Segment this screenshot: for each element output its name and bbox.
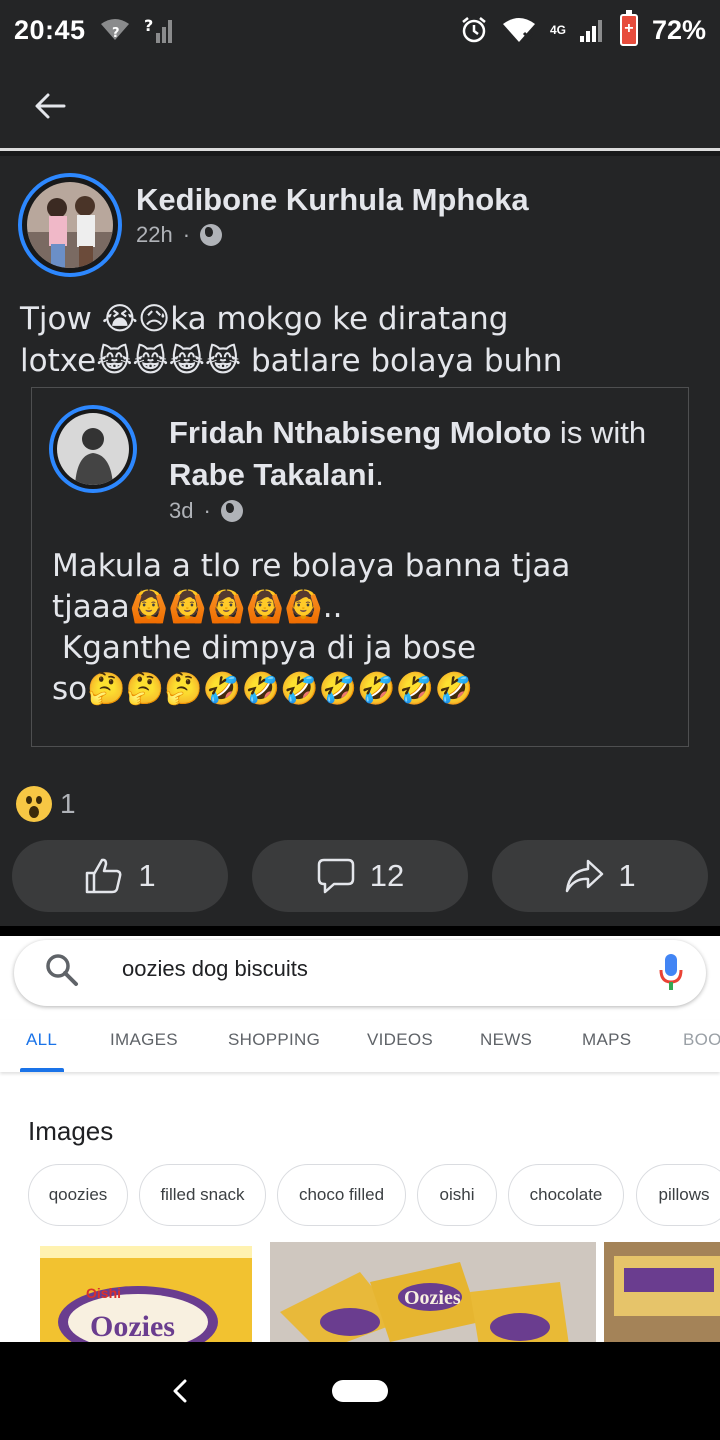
tab-all[interactable]: ALL [26, 1030, 57, 1050]
signal-unknown-icon: ? [144, 17, 172, 43]
svg-text:?: ? [112, 26, 120, 41]
shared-post[interactable]: Fridah Nthabiseng Moloto is with Rabe Ta… [31, 387, 689, 747]
post-author-name[interactable]: Kedibone Kurhula Mphoka [136, 182, 529, 218]
image-thumbnail[interactable]: Oishi Oozies [28, 1242, 264, 1342]
thumb2-label: Oozies [404, 1287, 461, 1309]
share-count: 1 [618, 858, 636, 893]
post-text: Tjow 😭😥ka mokgo ke diratang lotxe😹😹😹😹 ba… [20, 298, 700, 382]
with-text: is with [551, 415, 647, 450]
author-avatar[interactable] [18, 173, 122, 277]
share-button[interactable]: 1 [492, 840, 708, 912]
system-nav-bar [0, 1342, 720, 1440]
arrow-left-icon[interactable] [30, 86, 70, 126]
shared-separator: · [203, 498, 211, 523]
alarm-icon [462, 17, 486, 43]
wow-emoji-icon [16, 786, 52, 822]
search-icon [46, 954, 78, 986]
thumb-brand: Oishi [86, 1285, 121, 1301]
tab-news[interactable]: NEWS [480, 1030, 532, 1050]
svg-text:?: ? [144, 17, 153, 35]
chip-pillows[interactable]: pillows [636, 1164, 720, 1226]
status-time: 20:45 [14, 14, 86, 45]
nav-home-pill-icon[interactable] [332, 1380, 388, 1402]
shared-author-avatar[interactable] [49, 405, 137, 493]
status-right: 4G + 72% [460, 10, 706, 46]
snack-box-image-icon [604, 1242, 720, 1342]
globe-icon [200, 224, 223, 246]
battery-percent: 72% [651, 14, 706, 45]
image-thumbnail[interactable]: Oozies [270, 1242, 596, 1342]
chip-chocolate[interactable]: chocolate [508, 1164, 624, 1226]
comment-icon [317, 858, 354, 894]
avatar-photo-icon [27, 182, 113, 268]
chip-oishi[interactable]: oishi [417, 1164, 497, 1226]
like-button[interactable]: 1 [12, 840, 228, 912]
tab-maps[interactable]: MAPS [582, 1030, 631, 1050]
like-count: 1 [138, 858, 156, 893]
mic-icon [659, 954, 683, 990]
tagged-suffix: . [375, 457, 384, 492]
signal-icon [579, 20, 602, 42]
shared-post-text: Makula a tlo re bolaya banna tjaa tjaaa🙆… [52, 548, 571, 707]
status-bar: 20:45 ? ? 4G + 72% [0, 0, 720, 60]
meta-separator: · [182, 222, 191, 247]
search-tabs: ALL IMAGES SHOPPING VIDEOS NEWS MAPS BOO [0, 1020, 720, 1072]
chip-filled-snack[interactable]: filled snack [139, 1164, 266, 1226]
wifi-icon [502, 18, 535, 43]
search-screenshot[interactable]: oozies dog biscuits ALL IMAGES SHOPPING … [0, 936, 720, 1342]
shared-avatar-photo-icon [57, 413, 129, 485]
chip-qoozies[interactable]: qoozies [28, 1164, 128, 1226]
comment-button[interactable]: 12 [252, 840, 468, 912]
post-meta: 22h · [136, 222, 223, 248]
tab-videos[interactable]: VIDEOS [367, 1030, 433, 1050]
tab-books[interactable]: BOO [683, 1030, 720, 1050]
image-thumbnail[interactable] [604, 1242, 720, 1342]
search-box[interactable]: oozies dog biscuits [14, 940, 706, 1006]
shared-author-line: Fridah Nthabiseng Moloto is with Rabe Ta… [169, 412, 679, 496]
post-text-line1: Tjow 😭😥ka mokgo ke diratang [20, 301, 509, 337]
shared-meta: 3d · [169, 498, 243, 524]
shared-time: 3d [169, 498, 194, 523]
wifi-unknown-icon: ? [100, 19, 129, 41]
reaction-count: 1 [60, 788, 76, 819]
globe-icon [220, 500, 243, 522]
network-4g-label: 4G [549, 23, 566, 37]
post-text-line2: lotxe😹😹😹😹 batlare bolaya buhn [20, 343, 563, 379]
app-bar [0, 60, 720, 148]
tab-shopping[interactable]: SHOPPING [228, 1030, 320, 1050]
reaction-summary[interactable]: 1 [16, 786, 76, 822]
active-tab-indicator [20, 1068, 64, 1072]
thumbs-up-icon [86, 858, 122, 894]
tagged-name[interactable]: Rabe Takalani [169, 457, 375, 492]
post-card: Kedibone Kurhula Mphoka 22h · Tjow 😭😥ka … [0, 156, 720, 926]
nav-back-icon[interactable] [170, 1378, 190, 1404]
snack-packs-image-icon: Oozies [270, 1242, 596, 1342]
comment-count: 12 [369, 858, 405, 893]
thumb-product: Oozies [90, 1310, 175, 1342]
images-heading: Images [28, 1116, 114, 1146]
share-arrow-icon [566, 859, 604, 893]
post-time: 22h [136, 222, 173, 247]
tab-images[interactable]: IMAGES [110, 1030, 178, 1050]
snack-package-image-icon: Oishi Oozies [40, 1246, 252, 1342]
battery-saver-icon: + [619, 10, 638, 46]
shared-author-name[interactable]: Fridah Nthabiseng Moloto [169, 415, 551, 450]
search-query: oozies dog biscuits [122, 956, 308, 981]
chip-choco-filled[interactable]: choco filled [277, 1164, 406, 1226]
status-left: 20:45 ? ? [14, 15, 174, 46]
